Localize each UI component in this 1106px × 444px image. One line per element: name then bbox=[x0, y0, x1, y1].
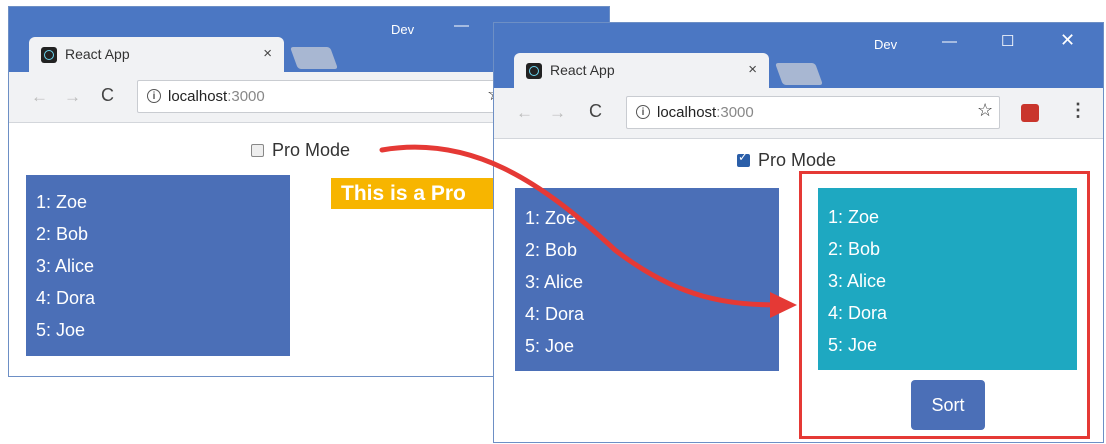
connector-arrow-head bbox=[770, 292, 797, 318]
connector-arrow bbox=[379, 144, 797, 318]
connector-arrow-line bbox=[379, 144, 785, 308]
